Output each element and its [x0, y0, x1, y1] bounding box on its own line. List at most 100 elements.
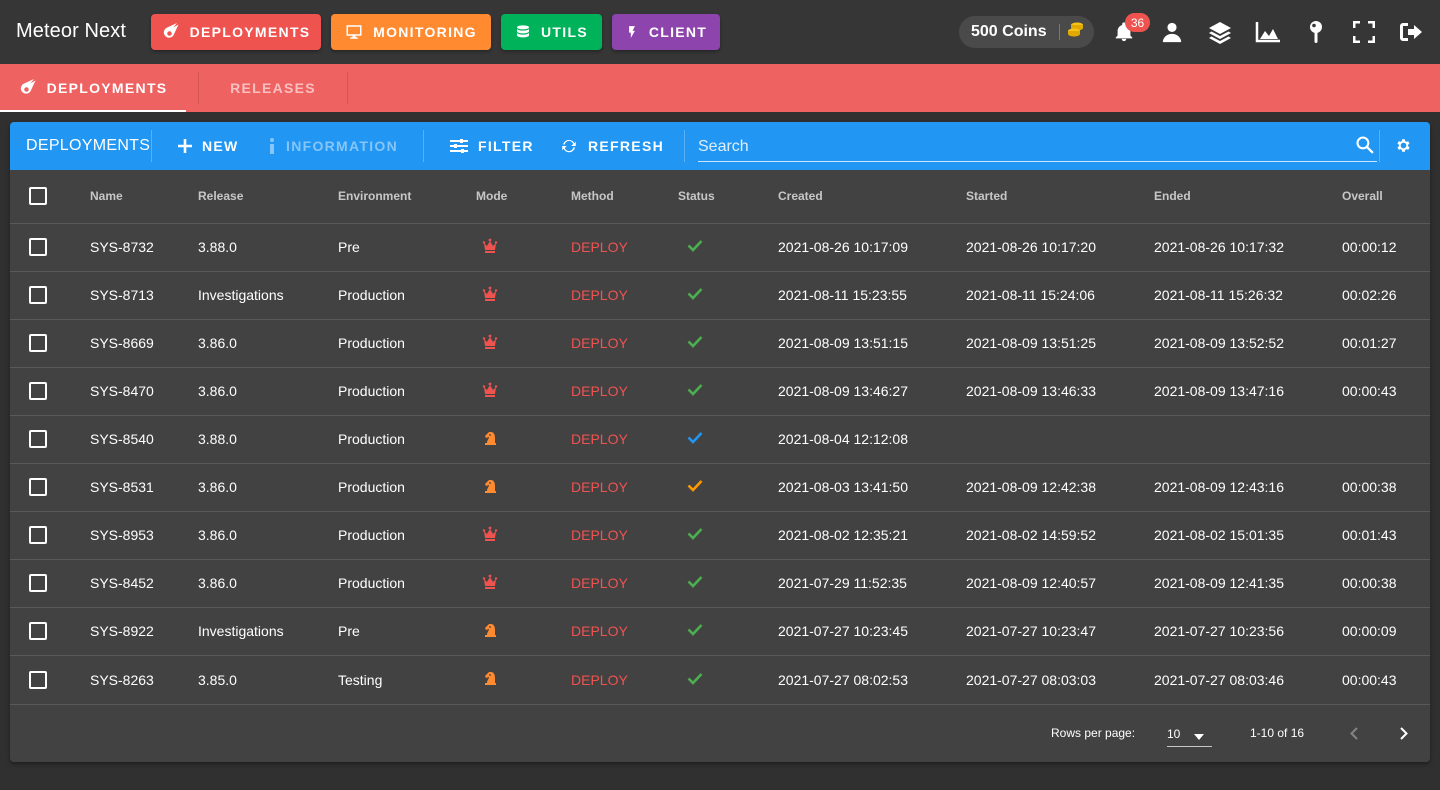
- crown-icon: [482, 382, 498, 398]
- table-row[interactable]: SYS-8732 3.88.0 Pre DEPLOY 2021-08-26 10:17:…: [10, 223, 1430, 272]
- cell-status: [678, 415, 778, 464]
- refresh-button-label: REFRESH: [588, 138, 664, 154]
- row-checkbox[interactable]: [29, 478, 47, 497]
- toolbar-divider: [423, 130, 424, 162]
- fullscreen-button[interactable]: [1348, 16, 1380, 48]
- gear-icon[interactable]: [1395, 137, 1412, 159]
- cell-overall: [1342, 415, 1430, 464]
- next-page-button[interactable]: [1392, 721, 1416, 745]
- row-select-cell: [10, 223, 90, 272]
- pagination-range: 1-10 of 16: [1250, 726, 1305, 740]
- header-ended[interactable]: Ended: [1154, 170, 1342, 224]
- table-row[interactable]: SYS-8669 3.86.0 Production DEPLOY 2021-08-09…: [10, 319, 1430, 368]
- toolbar-divider: [151, 130, 152, 162]
- cell-mode: [476, 511, 571, 560]
- new-button-label: NEW: [202, 138, 239, 154]
- check-icon: [687, 623, 703, 636]
- row-checkbox[interactable]: [29, 334, 47, 353]
- cell-ended: 2021-08-09 13:52:52: [1154, 319, 1342, 368]
- row-select-cell: [10, 271, 90, 320]
- table-row[interactable]: SYS-8263 3.85.0 Testing DEPLOY 2021-07-27 08…: [10, 655, 1430, 705]
- previous-page-button[interactable]: [1342, 721, 1366, 745]
- knight-icon: [482, 478, 498, 494]
- cell-overall: 00:00:12: [1342, 223, 1430, 272]
- pin-button[interactable]: [1300, 16, 1332, 48]
- row-checkbox[interactable]: [29, 238, 47, 257]
- row-checkbox[interactable]: [29, 430, 47, 449]
- table-row[interactable]: SYS-8713 Investigations Production DEPLOY 20…: [10, 271, 1430, 320]
- cell-mode: [476, 463, 571, 512]
- nav-deployments-button[interactable]: DEPLOYMENTS: [151, 14, 321, 50]
- check-icon: [687, 527, 703, 540]
- sign-out-icon: [1400, 23, 1422, 41]
- header-overall[interactable]: Overall: [1342, 170, 1430, 224]
- refresh-button[interactable]: REFRESH: [560, 128, 664, 164]
- cell-mode: [476, 415, 571, 464]
- nav-monitoring-button[interactable]: MONITORING: [331, 14, 491, 50]
- layers-button[interactable]: [1204, 16, 1236, 48]
- tab-releases[interactable]: RELEASES: [198, 64, 348, 112]
- row-checkbox[interactable]: [29, 622, 47, 641]
- row-checkbox[interactable]: [29, 574, 47, 593]
- information-button[interactable]: INFORMATION: [268, 128, 398, 164]
- row-checkbox[interactable]: [29, 286, 47, 305]
- area-chart-icon: [1255, 22, 1280, 43]
- nav-utils-button[interactable]: UTILS: [501, 14, 602, 50]
- tab-active-indicator: [0, 110, 186, 112]
- info-icon: [270, 138, 274, 154]
- cell-ended: 2021-08-09 12:41:35: [1154, 559, 1342, 608]
- cell-ended: 2021-08-09 13:47:16: [1154, 367, 1342, 416]
- row-checkbox[interactable]: [29, 526, 47, 545]
- search-field[interactable]: [698, 132, 1377, 162]
- coins-chip[interactable]: 500 Coins: [959, 16, 1094, 48]
- tab-deployments[interactable]: DEPLOYMENTS: [0, 64, 186, 112]
- header-status[interactable]: Status: [678, 170, 778, 224]
- rows-per-page-select[interactable]: 10: [1167, 717, 1212, 747]
- header-started[interactable]: Started: [966, 170, 1154, 224]
- nav-client-button[interactable]: CLIENT: [612, 14, 720, 50]
- cell-created: 2021-07-27 08:02:53: [778, 655, 966, 705]
- cell-overall: 00:00:43: [1342, 367, 1430, 416]
- cell-status: [678, 607, 778, 656]
- chart-button[interactable]: [1252, 16, 1284, 48]
- table-row[interactable]: SYS-8540 3.88.0 Production DEPLOY 2021-08-04…: [10, 415, 1430, 464]
- header-name[interactable]: Name: [90, 170, 198, 224]
- cell-name: SYS-8953: [90, 511, 198, 560]
- row-checkbox[interactable]: [29, 382, 47, 401]
- cell-mode: [476, 559, 571, 608]
- header-method[interactable]: Method: [571, 170, 678, 224]
- search-input[interactable]: [698, 136, 1338, 158]
- filter-button[interactable]: FILTER: [450, 128, 534, 164]
- table-row[interactable]: SYS-8452 3.86.0 Production DEPLOY 2021-07-29…: [10, 559, 1430, 608]
- table-row[interactable]: SYS-8922 Investigations Pre DEPLOY 2021-07-2…: [10, 607, 1430, 656]
- logout-button[interactable]: [1396, 16, 1428, 48]
- table-row[interactable]: SYS-8531 3.86.0 Production DEPLOY 2021-08-03…: [10, 463, 1430, 512]
- cell-method: DEPLOY: [571, 607, 678, 656]
- table-row[interactable]: SYS-8470 3.86.0 Production DEPLOY 2021-08-09…: [10, 367, 1430, 416]
- layers-icon: [1209, 22, 1231, 44]
- header-mode[interactable]: Mode: [476, 170, 571, 224]
- cell-ended: 2021-08-11 15:26:32: [1154, 271, 1342, 320]
- deployments-card: DEPLOYMENTS NEW INFORMATION FILTER REFRE…: [10, 122, 1430, 762]
- cell-started: 2021-08-11 15:24:06: [966, 271, 1154, 320]
- cell-status: [678, 319, 778, 368]
- cell-status: [678, 223, 778, 272]
- app-title[interactable]: Meteor Next: [16, 20, 126, 43]
- nav-utils-label: UTILS: [541, 24, 588, 40]
- search-icon[interactable]: [1355, 135, 1375, 160]
- user-button[interactable]: [1156, 16, 1188, 48]
- header-environment[interactable]: Environment: [338, 170, 476, 224]
- row-checkbox[interactable]: [29, 670, 47, 689]
- check-icon: [687, 335, 703, 348]
- cell-started: 2021-07-27 10:23:47: [966, 607, 1154, 656]
- cell-method: DEPLOY: [571, 367, 678, 416]
- select-all-checkbox[interactable]: [29, 187, 47, 206]
- coins-label: 500 Coins: [971, 23, 1047, 40]
- cell-release: Investigations: [198, 607, 338, 656]
- table-row[interactable]: SYS-8953 3.86.0 Production DEPLOY 2021-08-02…: [10, 511, 1430, 560]
- new-button[interactable]: NEW: [178, 128, 239, 164]
- header-created[interactable]: Created: [778, 170, 966, 224]
- header-release[interactable]: Release: [198, 170, 338, 224]
- cell-method: DEPLOY: [571, 271, 678, 320]
- cell-mode: [476, 655, 571, 705]
